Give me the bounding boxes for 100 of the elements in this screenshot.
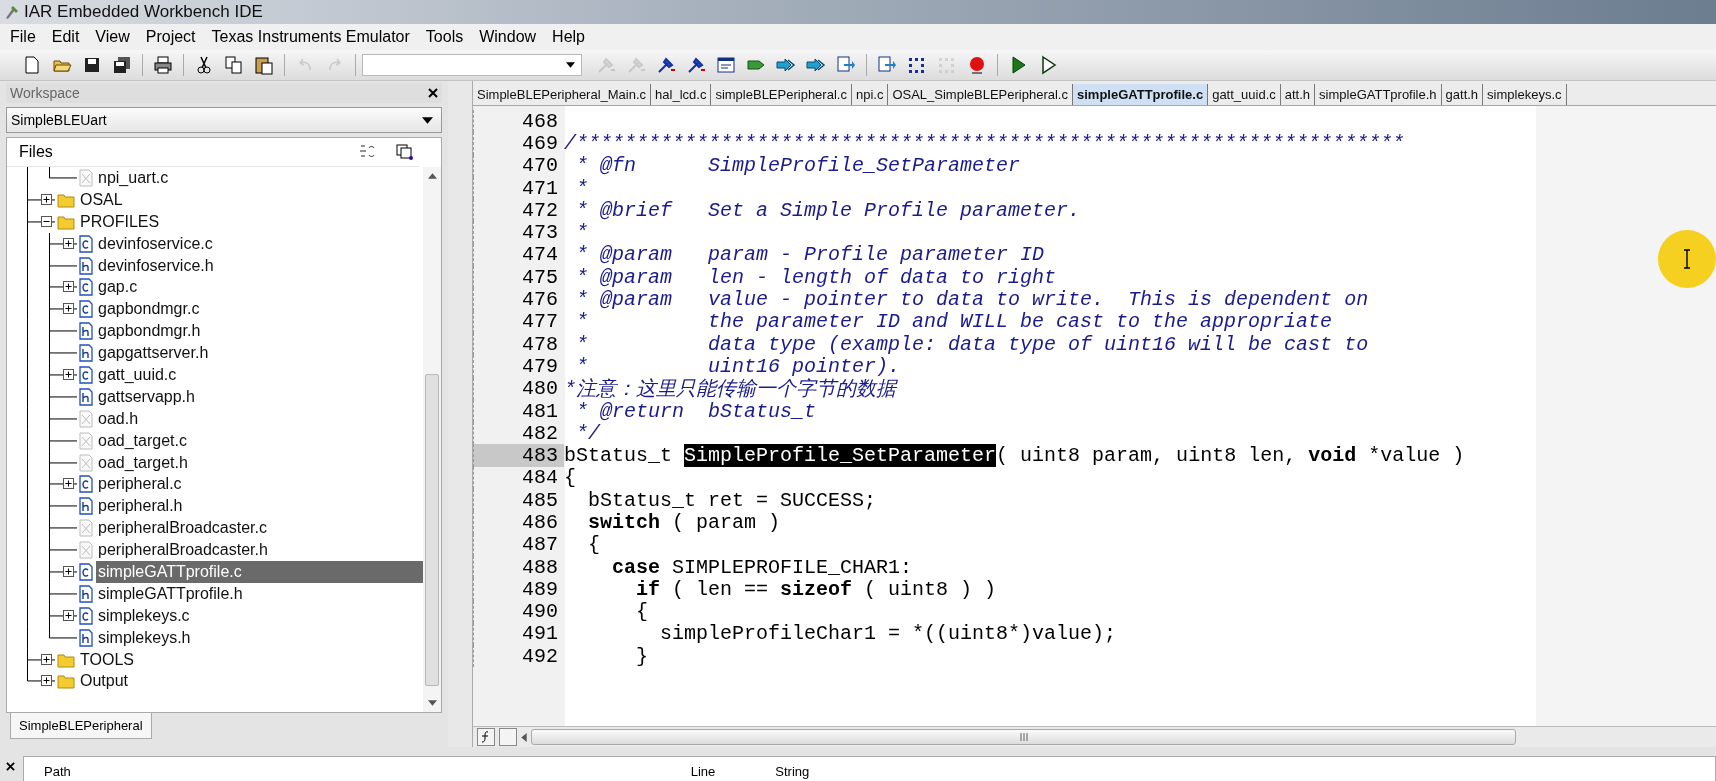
tree-connector bbox=[27, 451, 77, 474]
file-tab[interactable]: simpleGATTprofile.h bbox=[1315, 84, 1442, 105]
expand-icon[interactable] bbox=[63, 303, 74, 315]
crossed-file-icon bbox=[79, 431, 93, 450]
expand-icon[interactable] bbox=[41, 675, 52, 687]
line-number: 472 bbox=[473, 199, 564, 222]
tree-item[interactable]: simplekeys.c bbox=[96, 604, 423, 627]
file-tab[interactable]: hal_lcd.c bbox=[651, 84, 712, 105]
c-file-icon bbox=[79, 562, 93, 581]
tree-connector bbox=[27, 254, 77, 277]
tree-item[interactable]: peripheral.h bbox=[96, 495, 423, 518]
tree-item[interactable]: simpleGATTprofile.c bbox=[96, 561, 423, 583]
expand-icon[interactable] bbox=[63, 566, 74, 578]
expand-icon[interactable] bbox=[63, 281, 74, 293]
menu-item[interactable]: File bbox=[2, 26, 44, 48]
code-editor[interactable] bbox=[473, 106, 1716, 726]
tree-item[interactable]: oad_target.c bbox=[96, 429, 423, 452]
tree-item[interactable]: gapbondmgr.c bbox=[96, 298, 423, 321]
file-tab[interactable]: simpleBLEPeripheral.c bbox=[711, 84, 852, 105]
tree-item[interactable]: gap.c bbox=[96, 276, 423, 299]
tree-item[interactable]: simplekeys.h bbox=[96, 626, 423, 649]
tree-item[interactable]: gapgattserver.h bbox=[96, 342, 423, 364]
menu-item[interactable]: Help bbox=[544, 26, 593, 48]
column-header: Path bbox=[43, 764, 71, 781]
menu-item[interactable]: Texas Instruments Emulator bbox=[203, 26, 418, 48]
workspace-tab[interactable]: SimpleBLEPeripheral bbox=[10, 713, 152, 739]
line-number: 468 bbox=[473, 110, 564, 133]
tree-item[interactable]: devinfoservice.h bbox=[96, 254, 423, 277]
function-button[interactable] bbox=[477, 728, 495, 746]
collapse-icon[interactable] bbox=[41, 215, 52, 227]
scrollbar[interactable] bbox=[423, 167, 441, 712]
tree-item[interactable]: oad.h bbox=[96, 407, 423, 430]
code-line: * @param len - length of data to right bbox=[575, 265, 1057, 289]
code-line: * bbox=[575, 176, 588, 200]
menu-item[interactable]: Tools bbox=[417, 26, 472, 48]
close-icon[interactable] bbox=[428, 88, 438, 98]
tree-item[interactable]: PROFILES bbox=[78, 210, 423, 233]
scroll-thumb[interactable] bbox=[425, 373, 439, 686]
horizontal-scrollbar[interactable] bbox=[531, 729, 1516, 745]
tree-item[interactable]: gatt_uuid.c bbox=[96, 364, 423, 386]
expand-icon[interactable] bbox=[63, 609, 74, 621]
line-number: 471 bbox=[473, 176, 564, 200]
file-tab[interactable]: SimpleBLEPeripheral_Main.c bbox=[473, 84, 652, 105]
code-line: if ( len == sizeof ( uint8 ) ) bbox=[635, 577, 997, 601]
tree-item[interactable]: peripheralBroadcaster.h bbox=[96, 539, 423, 562]
column-header: Line bbox=[689, 764, 716, 781]
line-number: 479 bbox=[473, 355, 564, 378]
tree-item[interactable]: gapbondmgr.h bbox=[96, 320, 423, 343]
tree-item[interactable]: Output bbox=[78, 670, 423, 693]
code-line: * uint16 pointer). bbox=[575, 354, 901, 378]
file-tab[interactable]: att.h bbox=[1280, 84, 1316, 105]
scroll-up-icon[interactable] bbox=[427, 173, 437, 179]
tree-item[interactable]: devinfoservice.c bbox=[96, 232, 423, 255]
menu-item[interactable]: Window bbox=[471, 26, 545, 48]
menu-item[interactable]: Project bbox=[137, 26, 204, 48]
tree-item[interactable]: peripheral.c bbox=[96, 473, 423, 496]
crossed-file-icon bbox=[79, 519, 93, 538]
tree-item[interactable]: peripheralBroadcaster.c bbox=[96, 517, 423, 540]
tree-item[interactable]: OSAL bbox=[78, 188, 423, 211]
tree-connector bbox=[27, 429, 77, 452]
tree-item[interactable]: gattservapp.h bbox=[96, 385, 423, 408]
expand-icon[interactable] bbox=[63, 237, 74, 249]
file-tab[interactable]: simplekeys.c bbox=[1483, 84, 1567, 105]
tree-item[interactable]: simpleGATTprofile.h bbox=[96, 582, 423, 605]
code-line: * @param param - Profile parameter ID bbox=[575, 243, 1045, 267]
file-tab[interactable]: gatt.h bbox=[1441, 84, 1484, 105]
line-number: 474 bbox=[473, 243, 564, 267]
expand-icon[interactable] bbox=[63, 478, 74, 490]
expand-icon[interactable] bbox=[63, 369, 74, 380]
line-number: 473 bbox=[473, 221, 564, 244]
line-number: 490 bbox=[473, 600, 564, 623]
c-file-icon bbox=[79, 606, 93, 625]
line-number: 489 bbox=[473, 578, 564, 601]
code-line: * @brief Set a Simple Profile parameter. bbox=[575, 198, 1081, 222]
expand-icon[interactable] bbox=[41, 193, 52, 205]
pages-icon[interactable] bbox=[395, 142, 415, 162]
scroll-down-icon[interactable] bbox=[427, 700, 437, 706]
menu-item[interactable]: View bbox=[87, 26, 138, 48]
file-tab[interactable]: OSAL_SimpleBLEPeripheral.c bbox=[888, 84, 1073, 105]
toggle-button[interactable] bbox=[499, 728, 517, 746]
close-icon[interactable] bbox=[6, 762, 15, 771]
column-header: Files bbox=[19, 143, 54, 161]
crossed-file-icon bbox=[79, 453, 93, 472]
c-file-icon bbox=[79, 234, 93, 253]
file-tab[interactable]: simpleGATTprofile.c bbox=[1073, 84, 1209, 105]
c-file-icon bbox=[79, 475, 93, 494]
menu-item[interactable]: Edit bbox=[43, 26, 88, 48]
file-tab[interactable]: npi.c bbox=[851, 84, 889, 105]
combo-field[interactable] bbox=[362, 54, 582, 76]
line-number: 484 bbox=[473, 466, 564, 490]
project-dropdown[interactable]: SimpleBLEUart bbox=[6, 107, 442, 133]
line-number: 487 bbox=[473, 533, 564, 556]
file-tab[interactable]: gatt_uuid.c bbox=[1208, 84, 1281, 105]
tree-item[interactable]: npi_uart.c bbox=[96, 167, 423, 189]
tree-item[interactable]: oad_target.h bbox=[96, 451, 423, 474]
expand-icon[interactable] bbox=[41, 653, 52, 665]
c-file-icon bbox=[79, 365, 93, 384]
tree-item[interactable]: TOOLS bbox=[78, 648, 423, 671]
scroll-left-icon[interactable] bbox=[521, 732, 527, 742]
line-number: 486 bbox=[473, 511, 564, 534]
